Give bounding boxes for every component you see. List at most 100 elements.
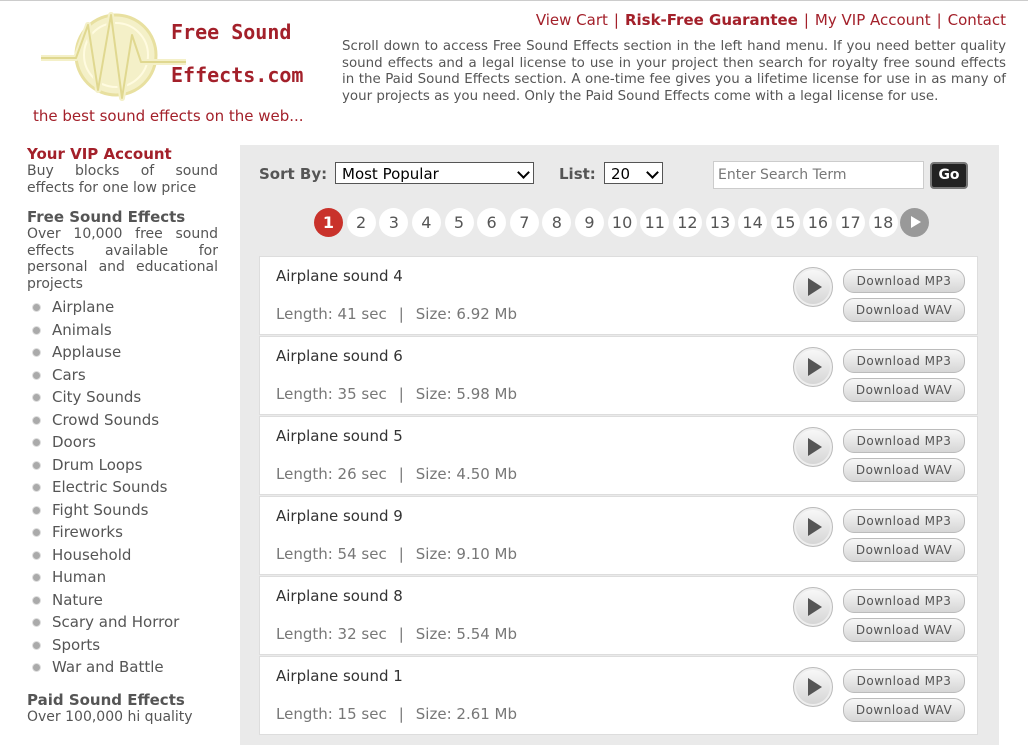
category-item[interactable]: Animals [31, 319, 218, 342]
category-item[interactable]: Fireworks [31, 521, 218, 544]
paid-block: Paid Sound Effects Over 100,000 hi quali… [27, 691, 218, 726]
play-button[interactable] [793, 667, 833, 707]
next-page-button[interactable] [900, 208, 929, 237]
play-icon [808, 678, 822, 696]
download-wav-button[interactable]: Download WAV [843, 298, 965, 322]
free-sound-effects-heading[interactable]: Free Sound Effects [27, 208, 218, 226]
site-logo[interactable]: Free Sound Effects.com [36, 10, 326, 120]
sound-row: Airplane sound 5 Length: 26 sec | Size: 4.5… [259, 416, 978, 495]
sound-size: Size: 6.92 Mb [415, 305, 518, 323]
page-4-link[interactable]: 4 [411, 208, 441, 237]
page-3-link[interactable]: 3 [379, 208, 409, 237]
play-button[interactable] [793, 427, 833, 467]
play-icon [808, 518, 822, 536]
paid-sound-effects-heading[interactable]: Paid Sound Effects [27, 691, 218, 709]
page-9-link[interactable]: 9 [575, 208, 604, 237]
category-item[interactable]: City Sounds [31, 386, 218, 409]
meta-separator: | [398, 465, 404, 483]
page-12-link[interactable]: 12 [672, 208, 702, 237]
category-item[interactable]: Fight Sounds [31, 499, 218, 522]
category-item[interactable]: Scary and Horror [31, 611, 218, 634]
category-item[interactable]: Sports [31, 634, 218, 657]
download-wav-button[interactable]: Download WAV [843, 378, 965, 402]
tagline: the best sound effects on the web... [33, 107, 304, 125]
search-controls: Sort By: Most Popular List: 20 Enter Sea… [259, 161, 979, 192]
category-label: Drum Loops [52, 455, 143, 474]
play-button[interactable] [793, 587, 833, 627]
contact-link[interactable]: Contact [948, 11, 1006, 29]
category-item[interactable]: Drum Loops [31, 454, 218, 477]
download-wav-button[interactable]: Download WAV [843, 618, 965, 642]
page-11-link[interactable]: 11 [640, 208, 670, 237]
category-label: Nature [52, 590, 103, 609]
page-14-link[interactable]: 14 [738, 208, 768, 237]
go-button[interactable]: Go [930, 162, 968, 189]
page-6-link[interactable]: 6 [477, 208, 507, 237]
sound-title[interactable]: Airplane sound 1 [276, 667, 403, 685]
category-item[interactable]: Electric Sounds [31, 476, 218, 499]
download-wav-button[interactable]: Download WAV [843, 698, 965, 722]
sound-title[interactable]: Airplane sound 6 [276, 347, 403, 365]
sound-title[interactable]: Airplane sound 9 [276, 507, 403, 525]
view-cart-link[interactable]: View Cart [536, 11, 608, 29]
page-5-link[interactable]: 5 [444, 208, 474, 237]
list-count-select[interactable]: 20 [604, 162, 663, 184]
meta-separator: | [398, 545, 404, 563]
download-wav-button[interactable]: Download WAV [843, 458, 965, 482]
page-8-link[interactable]: 8 [542, 208, 572, 237]
bullet-icon [33, 416, 40, 424]
page-17-link[interactable]: 17 [836, 208, 865, 237]
vip-account-heading[interactable]: Your VIP Account [27, 145, 218, 163]
download-mp3-button[interactable]: Download MP3 [843, 269, 965, 293]
sound-title[interactable]: Airplane sound 8 [276, 587, 403, 605]
page-1-link[interactable]: 1 [314, 208, 343, 237]
play-button[interactable] [793, 347, 833, 387]
chevron-down-icon [517, 166, 530, 179]
category-label: Fireworks [52, 523, 123, 541]
top-navigation: View Cart | Risk-Free Guarantee | My VIP Acc… [536, 11, 1006, 29]
meta-separator: | [398, 385, 404, 403]
category-label: Fight Sounds [52, 500, 149, 519]
play-button[interactable] [793, 507, 833, 547]
category-item[interactable]: Doors [31, 431, 218, 454]
download-mp3-button[interactable]: Download MP3 [843, 349, 965, 373]
page-7-link[interactable]: 7 [509, 208, 539, 237]
download-mp3-button[interactable]: Download MP3 [843, 429, 965, 453]
page-2-link[interactable]: 2 [346, 208, 376, 237]
download-mp3-button[interactable]: Download MP3 [843, 589, 965, 613]
page-15-link[interactable]: 15 [770, 208, 800, 237]
vip-account-link[interactable]: My VIP Account [815, 11, 931, 29]
download-mp3-button[interactable]: Download MP3 [843, 509, 965, 533]
play-button[interactable] [793, 267, 833, 307]
category-item[interactable]: Cars [31, 364, 218, 387]
guarantee-link[interactable]: Risk-Free Guarantee [625, 11, 798, 29]
sound-title[interactable]: Airplane sound 4 [276, 267, 403, 285]
bullet-icon [33, 506, 40, 514]
sound-meta: Length: 26 sec | Size: 4.50 Mb [276, 465, 517, 483]
category-item[interactable]: Human [31, 566, 218, 589]
list-label: List: [559, 165, 596, 183]
category-label: Electric Sounds [52, 478, 168, 496]
category-item[interactable]: Nature [31, 589, 218, 612]
category-item[interactable]: Household [31, 544, 218, 567]
page-10-link[interactable]: 10 [607, 208, 637, 237]
category-item[interactable]: Airplane [31, 296, 218, 319]
page-18-link[interactable]: 18 [868, 208, 898, 237]
download-mp3-button[interactable]: Download MP3 [843, 669, 965, 693]
download-wav-button[interactable]: Download WAV [843, 538, 965, 562]
sound-title[interactable]: Airplane sound 5 [276, 427, 403, 445]
play-icon [808, 438, 822, 456]
logo-text-line1: Free Sound [171, 20, 292, 44]
category-list: Airplane Animals Applause Cars City Sounds Cr… [31, 296, 218, 679]
search-input[interactable]: Enter Search Term [713, 161, 924, 189]
page-16-link[interactable]: 16 [803, 208, 833, 237]
category-label: Household [52, 545, 132, 564]
category-item[interactable]: Crowd Sounds [31, 409, 218, 432]
list-count-value: 20 [611, 165, 631, 183]
category-item[interactable]: Applause [31, 341, 218, 364]
results-panel: Sort By: Most Popular List: 20 Enter Sea… [240, 145, 999, 745]
sort-select[interactable]: Most Popular [335, 162, 534, 184]
sound-size: Size: 2.61 Mb [415, 705, 518, 723]
page-13-link[interactable]: 13 [705, 208, 735, 237]
category-item[interactable]: War and Battle [31, 656, 218, 679]
